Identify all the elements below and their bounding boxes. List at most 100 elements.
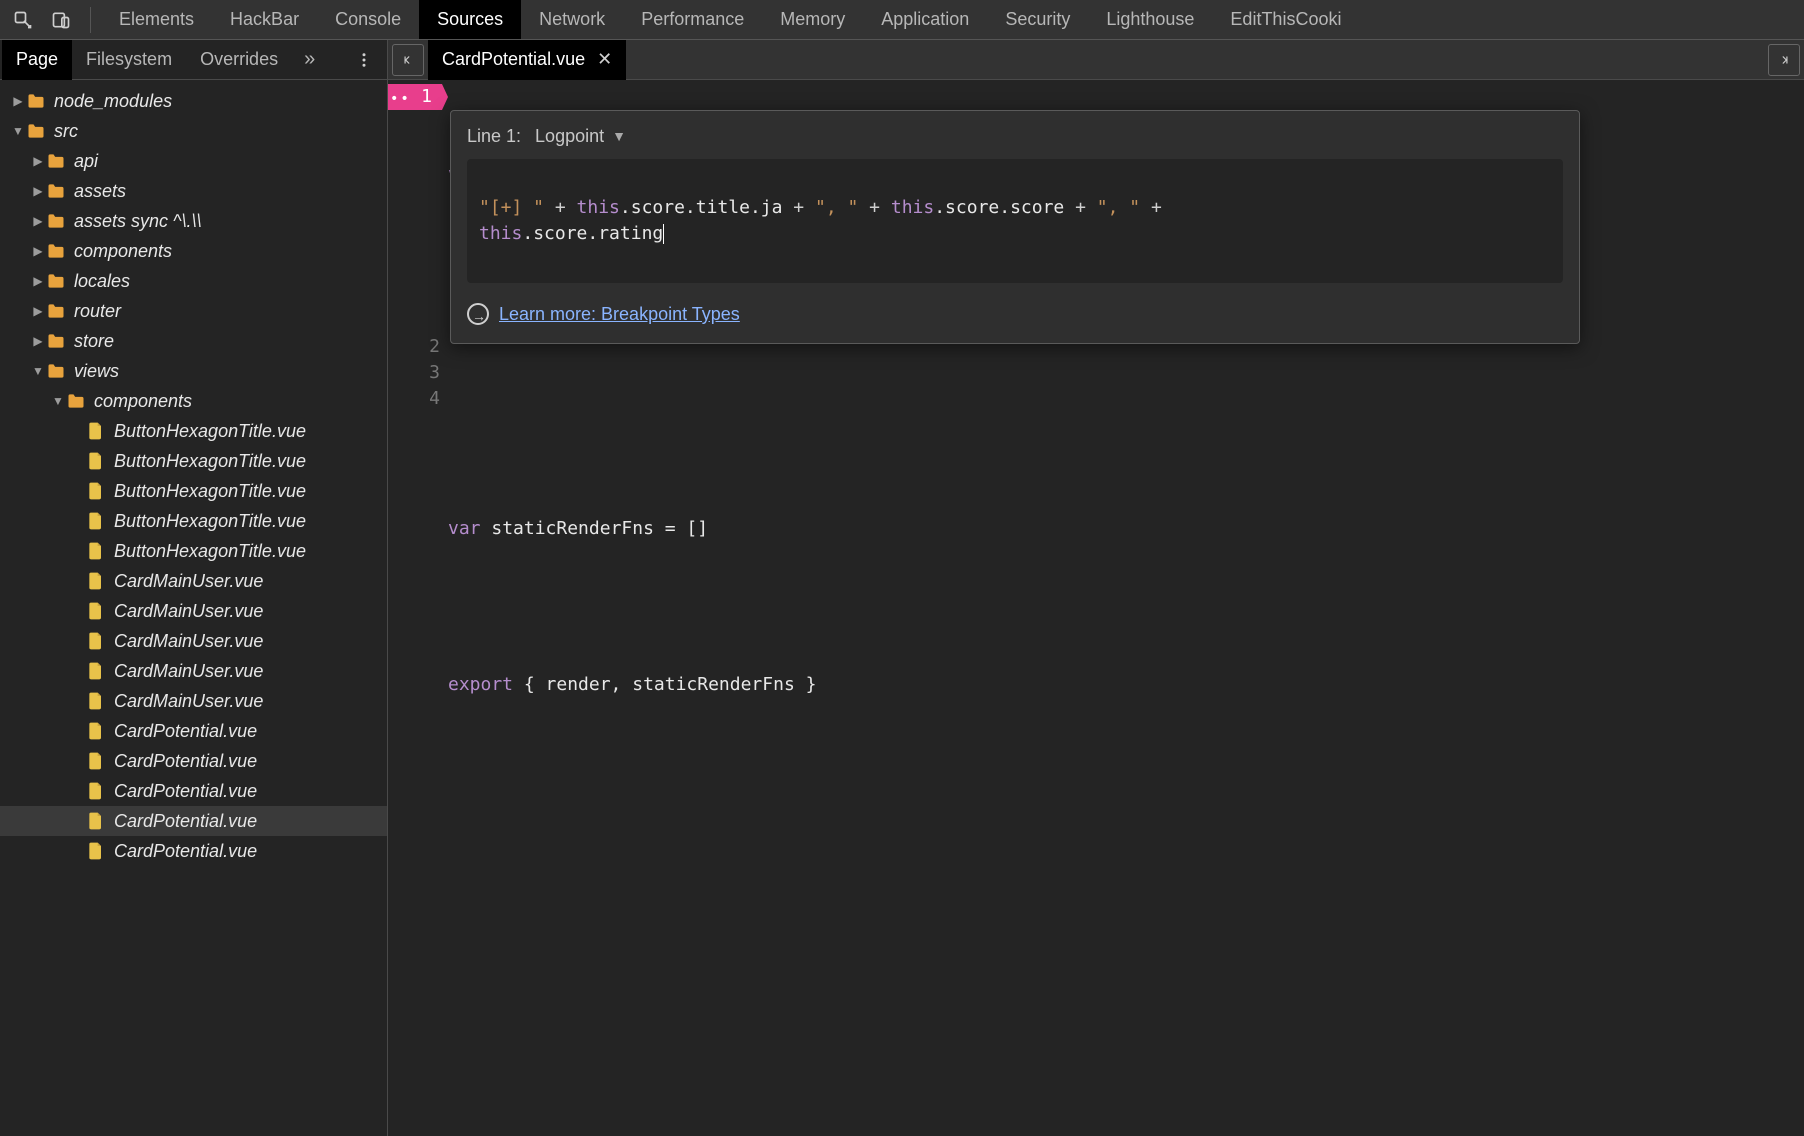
tree-item-label: store (74, 326, 114, 356)
folder-icon (46, 211, 66, 231)
tree-folder[interactable]: ▶router (0, 296, 387, 326)
tree-item-label: CardMainUser.vue (114, 626, 263, 656)
kebab-menu-icon[interactable] (347, 43, 381, 77)
panel-tab-lighthouse[interactable]: Lighthouse (1088, 0, 1212, 40)
file-icon (86, 661, 106, 681)
chevron-right-icon[interactable]: ▶ (30, 236, 46, 266)
chevron-down-icon[interactable]: ▼ (30, 356, 46, 386)
tree-folder[interactable]: ▶ locales (0, 266, 387, 296)
logpoint-line-label: Line 1: (467, 123, 521, 149)
device-toolbar-icon[interactable] (44, 3, 78, 37)
panel-tab-memory[interactable]: Memory (762, 0, 863, 40)
folder-icon (46, 271, 66, 291)
nav-next-icon[interactable] (1768, 44, 1800, 76)
breakpoint-type-value: Logpoint (535, 123, 604, 149)
tree-folder[interactable]: ▶ api (0, 146, 387, 176)
tree-item-label: CardMainUser.vue (114, 566, 263, 596)
learn-more-link[interactable]: Learn more: Breakpoint Types (499, 301, 740, 327)
tree-file[interactable]: CardPotential.vue (0, 776, 387, 806)
tree-file[interactable]: ButtonHexagonTitle.vue (0, 446, 387, 476)
chevron-right-icon[interactable]: ▶ (30, 266, 46, 296)
tree-item-label: CardPotential.vue (114, 716, 257, 746)
tree-folder[interactable]: ▶assets sync ^\.\\ (0, 206, 387, 236)
tree-file[interactable]: CardPotential.vue (0, 716, 387, 746)
folder-icon (26, 91, 46, 111)
tree-folder[interactable]: ▶ components (0, 236, 387, 266)
tree-folder[interactable]: ▼ components (0, 386, 387, 416)
tree-item-label: components (74, 236, 172, 266)
tree-folder[interactable]: ▼src (0, 116, 387, 146)
editor-tab-bar: CardPotential.vue ✕ (388, 40, 1804, 80)
tree-file[interactable]: ButtonHexagonTitle.vue (0, 476, 387, 506)
panel-tab-editthiscooki[interactable]: EditThisCooki (1212, 0, 1359, 40)
navigator-tab-filesystem[interactable]: Filesystem (72, 40, 186, 80)
tree-folder[interactable]: ▶assets (0, 176, 387, 206)
tree-folder[interactable]: ▶node_modules (0, 86, 387, 116)
chevron-right-icon[interactable]: ▶ (30, 206, 46, 236)
tree-item-label: ButtonHexagonTitle.vue (114, 506, 306, 536)
tree-item-label: api (74, 146, 98, 176)
tree-file[interactable]: CardPotential.vue (0, 806, 387, 836)
chevron-right-icon[interactable]: ▶ (30, 146, 46, 176)
file-icon (86, 481, 106, 501)
line-number: 1 (388, 84, 440, 110)
line-number-gutter[interactable]: •• 1 2 3 4 (388, 80, 448, 1136)
tree-item-label: ButtonHexagonTitle.vue (114, 536, 306, 566)
tree-item-label: components (94, 386, 192, 416)
tree-item-label: CardMainUser.vue (114, 686, 263, 716)
more-tabs-icon[interactable]: » (296, 48, 323, 71)
lp-token: + (858, 197, 891, 218)
lp-token: ", " (1097, 197, 1140, 218)
lp-token: + (1140, 197, 1173, 218)
tree-item-label: CardPotential.vue (114, 836, 257, 866)
lp-token: .score.rating (522, 223, 663, 244)
close-tab-icon[interactable]: ✕ (597, 49, 612, 70)
panel-tab-security[interactable]: Security (987, 0, 1088, 40)
tree-file[interactable]: CardMainUser.vue (0, 686, 387, 716)
open-file-tab[interactable]: CardPotential.vue ✕ (428, 40, 626, 80)
chevron-down-icon[interactable]: ▼ (50, 386, 66, 416)
tree-file[interactable]: CardMainUser.vue (0, 626, 387, 656)
tree-file[interactable]: CardMainUser.vue (0, 656, 387, 686)
tree-folder[interactable]: ▶ store (0, 326, 387, 356)
panel-tab-elements[interactable]: Elements (101, 0, 212, 40)
tree-file[interactable]: ButtonHexagonTitle.vue (0, 506, 387, 536)
tree-item-label: CardPotential.vue (114, 806, 257, 836)
tree-item-label: CardPotential.vue (114, 776, 257, 806)
tree-file[interactable]: CardMainUser.vue (0, 596, 387, 626)
chevron-right-icon[interactable]: ▶ (30, 326, 46, 356)
file-icon (86, 511, 106, 531)
nav-previous-icon[interactable] (392, 44, 424, 76)
file-icon (86, 781, 106, 801)
tree-file[interactable]: CardMainUser.vue (0, 566, 387, 596)
code-area: •• 1 2 3 4 var render = function () {var… (388, 80, 1804, 1136)
folder-icon (46, 181, 66, 201)
panel-tab-console[interactable]: Console (317, 0, 419, 40)
separator (90, 7, 91, 33)
file-icon (86, 451, 106, 471)
tree-file[interactable]: ButtonHexagonTitle.vue (0, 536, 387, 566)
navigator-tab-overrides[interactable]: Overrides (186, 40, 292, 80)
chevron-right-icon[interactable]: ▶ (10, 86, 26, 116)
logpoint-expression-input[interactable]: "[+] " + this.score.title.ja + ", " + th… (467, 159, 1563, 283)
file-icon (86, 601, 106, 621)
file-icon (86, 541, 106, 561)
panel-tab-application[interactable]: Application (863, 0, 987, 40)
navigator-tab-page[interactable]: Page (2, 40, 72, 80)
tree-file[interactable]: CardPotential.vue (0, 836, 387, 866)
tree-file[interactable]: CardPotential.vue (0, 746, 387, 776)
text-cursor (663, 224, 664, 244)
chevron-right-icon[interactable]: ▶ (30, 176, 46, 206)
folder-icon (66, 391, 86, 411)
breakpoint-type-dropdown[interactable]: Logpoint ▼ (535, 123, 626, 149)
tree-file[interactable]: ButtonHexagonTitle.vue (0, 416, 387, 446)
chevron-right-icon[interactable]: ▶ (30, 296, 46, 326)
tree-item-label: locales (74, 266, 130, 296)
panel-tab-performance[interactable]: Performance (623, 0, 762, 40)
panel-tab-network[interactable]: Network (521, 0, 623, 40)
inspect-element-icon[interactable] (6, 3, 40, 37)
tree-folder[interactable]: ▼views (0, 356, 387, 386)
chevron-down-icon[interactable]: ▼ (10, 116, 26, 146)
panel-tab-hackbar[interactable]: HackBar (212, 0, 317, 40)
panel-tab-sources[interactable]: Sources (419, 0, 521, 40)
